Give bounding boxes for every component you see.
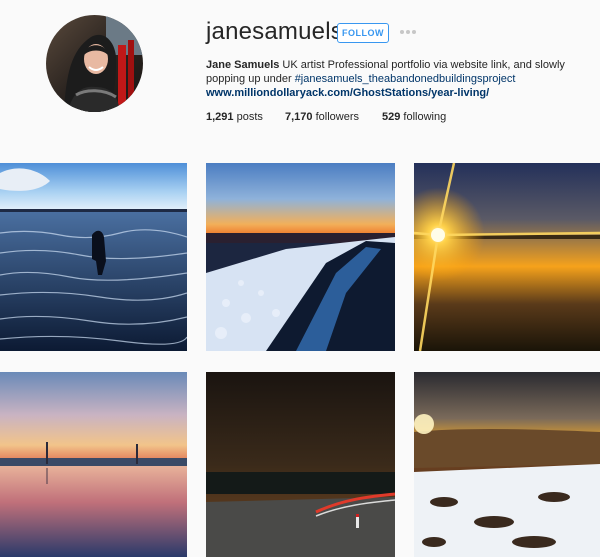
photo-thumbnail[interactable] bbox=[206, 372, 395, 557]
profile-avatar[interactable] bbox=[46, 15, 143, 112]
follow-button[interactable]: FOLLOW bbox=[337, 23, 389, 43]
more-dot bbox=[412, 30, 416, 34]
profile-bio: Jane Samuels UK artist Professional port… bbox=[206, 58, 596, 86]
posts-count-stat: 1,291 posts bbox=[206, 111, 263, 123]
photo-thumbnail[interactable] bbox=[0, 372, 187, 557]
followers-count: 7,170 bbox=[285, 111, 313, 123]
bio-full-name: Jane Samuels bbox=[206, 59, 280, 71]
more-dot bbox=[400, 30, 404, 34]
profile-website-link[interactable]: www.milliondollaryack.com/GhostStations/… bbox=[206, 87, 489, 99]
followers-label: followers bbox=[312, 111, 359, 123]
photo-thumbnail[interactable] bbox=[0, 163, 187, 351]
following-count-stat[interactable]: 529 following bbox=[382, 111, 446, 123]
following-count: 529 bbox=[382, 111, 401, 123]
bio-hashtag-link[interactable]: #janesamuels_theabandonedbuildingsprojec… bbox=[295, 73, 516, 85]
followers-count-stat[interactable]: 7,170 followers bbox=[285, 111, 359, 123]
posts-label: posts bbox=[233, 111, 263, 123]
photo-thumbnail[interactable] bbox=[414, 372, 600, 557]
profile-username: janesamuels bbox=[206, 18, 343, 45]
profile-header: janesamuels FOLLOW Jane Samuels UK artis… bbox=[0, 0, 600, 150]
more-dot bbox=[406, 30, 410, 34]
more-dots-icon[interactable] bbox=[400, 30, 416, 36]
photo-thumbnail[interactable] bbox=[414, 163, 600, 351]
following-label: following bbox=[400, 111, 447, 123]
posts-count: 1,291 bbox=[206, 111, 234, 123]
photo-thumbnail[interactable] bbox=[206, 163, 395, 351]
